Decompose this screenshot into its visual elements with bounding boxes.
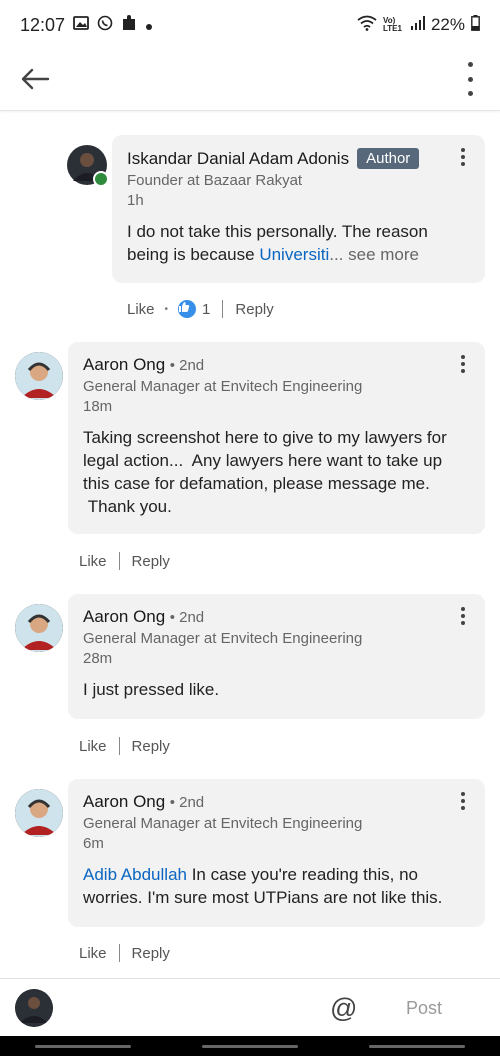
- reply-button[interactable]: Reply: [132, 553, 170, 570]
- reply-button[interactable]: Reply: [132, 945, 170, 962]
- comment-text: Adib Abdullah In case you're reading thi…: [83, 863, 470, 909]
- network-label: Vo) LTE1: [382, 16, 402, 33]
- avatar[interactable]: [67, 145, 109, 187]
- commenter-headline: General Manager at Envitech Engineering: [83, 378, 363, 395]
- post-button[interactable]: Post: [406, 998, 442, 1019]
- comment-composer: @ Post: [0, 978, 500, 1037]
- reply-button[interactable]: Reply: [132, 738, 170, 755]
- system-navigation-bar: [0, 1036, 500, 1056]
- dot: [461, 614, 465, 618]
- avatar[interactable]: [15, 789, 63, 837]
- online-status-indicator: [93, 171, 109, 187]
- author-badge: Author: [357, 148, 420, 169]
- dot: [461, 355, 465, 359]
- comment-options-button[interactable]: [460, 607, 466, 625]
- comment-actions: Like Reply: [79, 552, 170, 570]
- commenter-headline: General Manager at Envitech Engineering: [83, 630, 363, 647]
- current-user-avatar: [15, 989, 53, 1027]
- avatar[interactable]: [15, 604, 63, 652]
- separator: [222, 300, 224, 318]
- avatar[interactable]: [15, 352, 63, 400]
- comment-actions: Like • 1 Reply: [127, 300, 274, 318]
- battery-icon: [471, 14, 480, 36]
- dot: [461, 806, 465, 810]
- nav-back-button[interactable]: [368, 1044, 465, 1048]
- thumbs-up-icon: [178, 300, 197, 318]
- comment-text: I do not take this personally. The reaso…: [127, 220, 470, 266]
- reply-button[interactable]: Reply: [235, 301, 273, 318]
- commenter-name[interactable]: Aaron Ong: [83, 355, 165, 374]
- commenter-headline: Founder at Bazaar Rakyat: [127, 172, 303, 189]
- overflow-menu-button[interactable]: [464, 62, 476, 96]
- dot: [467, 76, 473, 82]
- comment-options-button[interactable]: [460, 148, 466, 166]
- comment-options-button[interactable]: [460, 792, 466, 810]
- separator: [118, 552, 120, 570]
- nav-recents-button[interactable]: [35, 1044, 132, 1048]
- like-button[interactable]: Like: [79, 553, 107, 570]
- nav-home-button[interactable]: [201, 1044, 298, 1048]
- mention-button[interactable]: @: [330, 993, 357, 1024]
- like-button[interactable]: Like: [127, 301, 155, 318]
- comment-options-button[interactable]: [460, 355, 466, 373]
- dot: [461, 621, 465, 625]
- arrow-left-icon: [21, 68, 50, 90]
- comment-actions: Like Reply: [79, 944, 170, 962]
- avatar-photo: [15, 604, 63, 652]
- comment-bubble: Iskandar Danial Adam Adonis Author Founde…: [112, 135, 485, 283]
- app-bar: [0, 50, 500, 111]
- separator: [118, 944, 120, 962]
- gallery-icon: [73, 15, 89, 36]
- dot: [461, 162, 465, 166]
- dot: [461, 369, 465, 373]
- separator-dot: •: [164, 303, 169, 315]
- commenter-name[interactable]: Aaron Ong: [83, 792, 165, 811]
- whatsapp-icon: [97, 15, 113, 36]
- comment-bubble: Aaron Ong • 2nd General Manager at Envit…: [68, 594, 485, 719]
- separator: [118, 737, 120, 755]
- connection-degree: • 2nd: [169, 357, 205, 374]
- status-time: 12:07: [20, 14, 66, 35]
- commenter-headline: General Manager at Envitech Engineering: [83, 815, 363, 832]
- puzzle-icon: [121, 14, 137, 37]
- comment-time: 6m: [83, 835, 104, 852]
- back-button[interactable]: [18, 64, 52, 94]
- status-bar: 12:07 Vo) LTE1 22%: [0, 0, 500, 50]
- commenter-name[interactable]: Aaron Ong: [83, 607, 165, 626]
- avatar-photo: [15, 352, 63, 400]
- comment-bubble: Aaron Ong • 2nd General Manager at Envit…: [68, 342, 485, 534]
- battery-percent: 22%: [430, 15, 465, 34]
- dot: [461, 607, 465, 611]
- dot: [461, 792, 465, 796]
- see-more-link[interactable]: ... see more: [329, 245, 419, 264]
- comment-time: 28m: [83, 650, 113, 667]
- mention-link[interactable]: Adib Abdullah: [83, 865, 187, 884]
- like-button[interactable]: Like: [79, 738, 107, 755]
- comment-time: 1h: [127, 192, 144, 209]
- connection-degree: • 2nd: [169, 609, 205, 626]
- like-button[interactable]: Like: [79, 945, 107, 962]
- dot: [461, 799, 465, 803]
- wifi-icon: [357, 15, 377, 36]
- avatar-photo: [15, 789, 63, 837]
- notification-dot-icon: [145, 15, 153, 36]
- dot: [461, 362, 465, 366]
- comment-body: I just pressed like.: [83, 680, 220, 699]
- reaction-count[interactable]: 1: [202, 301, 210, 318]
- signal-icon: [410, 15, 425, 35]
- link-text[interactable]: Universiti: [259, 245, 329, 264]
- comment-body: Taking screenshot here to give to my law…: [83, 428, 447, 516]
- avatar-photo: [15, 989, 53, 1027]
- dot: [467, 91, 473, 96]
- connection-degree: • 2nd: [169, 794, 205, 811]
- dot: [461, 155, 465, 159]
- dot: [461, 148, 465, 152]
- commenter-name[interactable]: Iskandar Danial Adam Adonis: [127, 149, 349, 168]
- comment-bubble: Aaron Ong • 2nd General Manager at Envit…: [68, 779, 485, 927]
- comment-time: 18m: [83, 398, 113, 415]
- comment-actions: Like Reply: [79, 737, 170, 755]
- dot: [467, 62, 473, 67]
